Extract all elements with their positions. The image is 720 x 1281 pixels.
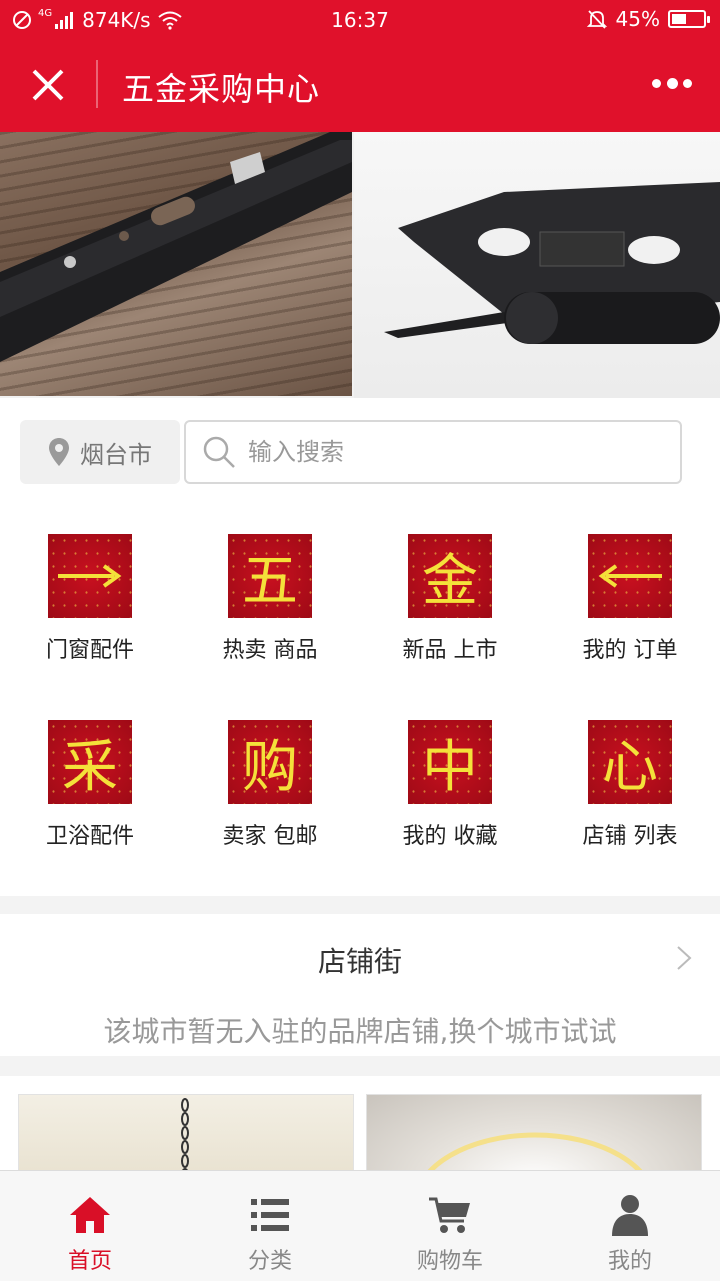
home-icon	[70, 1197, 110, 1233]
category-tile: 购	[228, 720, 312, 804]
search-row: 烟台市	[20, 420, 684, 486]
mute-bell-icon	[586, 10, 607, 29]
banner-carousel[interactable]	[0, 132, 720, 398]
title-bar: 五金采购中心	[0, 38, 720, 132]
category-my-favorites[interactable]: 中 我的 收藏	[360, 686, 540, 872]
cart-icon	[429, 1197, 470, 1233]
tab-cart[interactable]: 购物车	[360, 1171, 540, 1281]
more-dot-icon	[666, 77, 678, 89]
tab-label: 首页	[67, 1249, 112, 1274]
more-dot-icon	[652, 78, 661, 88]
category-tile: 心	[588, 720, 672, 804]
status-right: 45%	[586, 7, 710, 31]
section-divider	[0, 896, 720, 914]
bottom-tab-bar: 首页 分类 购物车 我的	[0, 1170, 720, 1281]
section-divider	[0, 1056, 720, 1076]
category-tile: 中	[408, 720, 492, 804]
tab-home[interactable]: 首页	[0, 1171, 180, 1281]
category-tile: 金	[408, 534, 492, 618]
tab-label: 我的	[607, 1249, 652, 1274]
search-icon	[203, 436, 235, 468]
category-label: 店铺 列表	[582, 824, 678, 849]
category-free-shipping[interactable]: 购 卖家 包邮	[180, 686, 360, 872]
banner-image-hinge	[354, 132, 720, 398]
tile-glyph: 采	[62, 734, 118, 800]
category-shop-list[interactable]: 心 店铺 列表	[540, 686, 720, 872]
search-input[interactable]	[246, 437, 670, 467]
tile-glyph: 五	[242, 548, 298, 614]
close-button[interactable]	[28, 62, 68, 108]
search-box[interactable]	[184, 420, 682, 484]
tile-glyph: 购	[242, 734, 298, 800]
page-title: 五金采购中心	[122, 70, 321, 108]
category-label: 门窗配件	[45, 638, 134, 663]
arrow-left-icon	[588, 534, 672, 618]
shop-street-empty-message: 该城市暂无入驻的品牌店铺,换个城市试试	[103, 1015, 617, 1048]
tab-mine[interactable]: 我的	[540, 1171, 720, 1281]
location-pin-icon	[49, 438, 69, 466]
category-label: 卖家 包邮	[222, 824, 318, 849]
product-card[interactable]	[366, 1094, 702, 1176]
category-label: 新品 上市	[402, 638, 498, 663]
category-hot-sale[interactable]: 五 热卖 商品	[180, 500, 360, 686]
product-card[interactable]	[18, 1094, 354, 1176]
battery-percent: 45%	[615, 7, 660, 31]
title-divider	[96, 60, 98, 108]
close-icon	[32, 69, 64, 101]
category-label: 我的 订单	[582, 638, 678, 663]
city-selector[interactable]: 烟台市	[20, 420, 180, 484]
category-door-window-parts[interactable]: 门窗配件	[0, 500, 180, 686]
tab-category[interactable]: 分类	[180, 1171, 360, 1281]
city-name: 烟台市	[80, 440, 152, 469]
user-icon	[612, 1195, 648, 1236]
more-button[interactable]	[652, 68, 692, 98]
banner-image-drawer-slide	[0, 132, 352, 396]
category-label: 卫浴配件	[45, 824, 134, 849]
category-new-arrivals[interactable]: 金 新品 上市	[360, 500, 540, 686]
tab-label: 购物车	[416, 1249, 483, 1274]
tile-glyph: 金	[422, 548, 478, 614]
more-dot-icon	[683, 78, 692, 88]
tile-glyph: 心	[602, 734, 658, 800]
category-tile: 采	[48, 720, 132, 804]
product-list	[0, 1076, 720, 1176]
category-label: 我的 收藏	[402, 824, 498, 849]
category-my-orders[interactable]: 我的 订单	[540, 500, 720, 686]
category-grid: 门窗配件 五 热卖 商品 金 新品 上市 我的 订单 采 卫浴配件 购 卖家 包…	[0, 500, 720, 896]
tab-label: 分类	[247, 1249, 292, 1274]
battery-icon	[668, 10, 710, 28]
category-label: 热卖 商品	[222, 638, 318, 663]
chevron-right-icon[interactable]	[672, 944, 696, 972]
shop-street-section: 店铺街 该城市暂无入驻的品牌店铺,换个城市试试	[0, 914, 720, 1056]
tile-glyph: 中	[422, 734, 478, 800]
category-bathroom-parts[interactable]: 采 卫浴配件	[0, 686, 180, 872]
shop-street-title[interactable]: 店铺街	[0, 940, 720, 980]
status-bar: 4G 874K/s 16:37 45%	[0, 0, 720, 38]
arrow-right-icon	[48, 534, 132, 618]
category-tile: 五	[228, 534, 312, 618]
list-icon	[251, 1199, 289, 1231]
